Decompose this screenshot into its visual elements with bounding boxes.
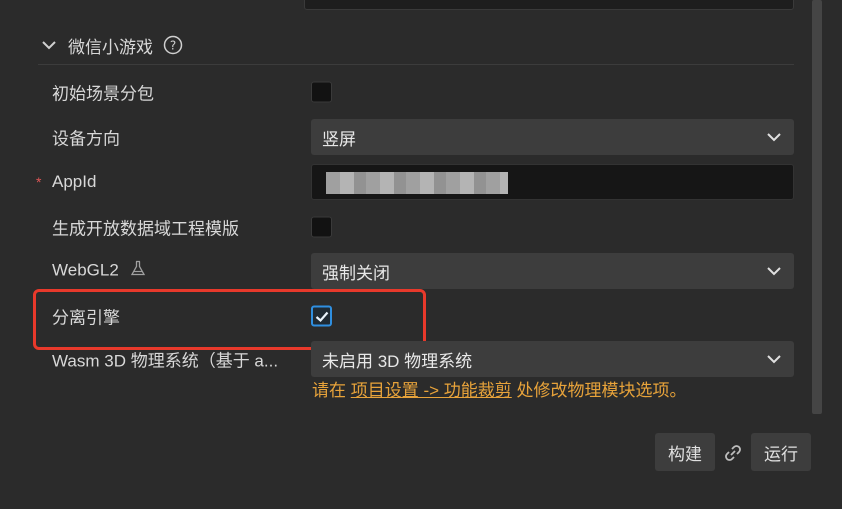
wasm-physics-value: 未启用 3D 物理系统	[322, 351, 473, 371]
open-data-template-label: 生成开放数据域工程模版	[52, 219, 239, 239]
row-device-orientation: 设备方向 竖屏	[0, 117, 820, 157]
open-data-template-checkbox[interactable]	[311, 216, 332, 238]
row-webgl2: WebGL2 强制关闭	[0, 251, 820, 291]
hint-prefix: 请在	[312, 381, 351, 400]
help-icon[interactable]: ?	[163, 35, 183, 55]
build-button[interactable]: 构建	[655, 433, 715, 471]
section-divider	[38, 64, 794, 65]
svg-text:?: ?	[170, 39, 176, 53]
wasm-physics-label: Wasm 3D 物理系统（基于 a...	[52, 351, 279, 371]
device-orientation-value: 竖屏	[322, 129, 356, 149]
row-appid: * AppId	[0, 162, 820, 202]
physics-hint: 请在 项目设置 -> 功能裁剪 处修改物理模块选项。	[312, 376, 687, 401]
required-marker: *	[36, 174, 42, 190]
chevron-down-icon[interactable]	[38, 34, 60, 56]
webgl2-select[interactable]: 强制关闭	[311, 253, 794, 289]
initial-scene-subpackage-checkbox[interactable]	[311, 81, 332, 103]
row-wasm-physics: Wasm 3D 物理系统（基于 a... 未启用 3D 物理系统	[0, 339, 820, 379]
flask-icon	[130, 260, 146, 282]
previous-field[interactable]	[304, 0, 794, 10]
row-initial-scene-subpackage: 初始场景分包	[0, 72, 820, 112]
section-header-wechat-minigame[interactable]: 微信小游戏 ?	[38, 30, 794, 60]
chevron-down-icon	[766, 129, 782, 145]
webgl2-label: WebGL2	[52, 260, 146, 281]
hint-suffix: 处修改物理模块选项。	[511, 381, 687, 400]
link-icon[interactable]	[721, 441, 745, 465]
appid-label: AppId	[52, 172, 97, 191]
chevron-down-icon	[766, 351, 782, 367]
webgl2-value: 强制关闭	[322, 263, 390, 283]
wasm-physics-select[interactable]: 未启用 3D 物理系统	[311, 341, 794, 377]
initial-scene-subpackage-label: 初始场景分包	[52, 84, 154, 104]
project-settings-link[interactable]: 项目设置 -> 功能裁剪	[351, 381, 512, 400]
device-orientation-label: 设备方向	[52, 129, 120, 149]
webgl2-label-text: WebGL2	[52, 260, 119, 280]
appid-input[interactable]	[311, 164, 794, 200]
redacted-value	[326, 172, 508, 194]
run-button[interactable]: 运行	[751, 433, 811, 471]
device-orientation-select[interactable]: 竖屏	[311, 119, 794, 155]
chevron-down-icon	[766, 263, 782, 279]
section-title: 微信小游戏	[68, 37, 153, 57]
row-open-data-template: 生成开放数据域工程模版	[0, 207, 820, 247]
